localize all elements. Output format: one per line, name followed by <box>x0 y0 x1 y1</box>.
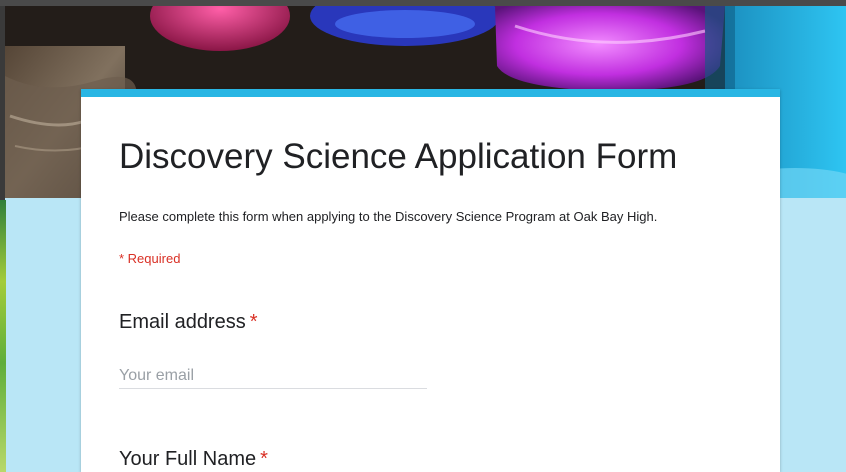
email-input[interactable] <box>119 364 427 389</box>
required-asterisk: * <box>260 448 268 470</box>
email-question-text: Email address <box>119 311 246 333</box>
left-edge-strip <box>0 200 6 472</box>
form-page: Discovery Science Application Form Pleas… <box>0 0 846 472</box>
email-question-label: Email address * <box>119 311 258 334</box>
form-card: Discovery Science Application Form Pleas… <box>81 89 780 472</box>
full-name-question-text: Your Full Name <box>119 448 257 470</box>
required-note: * Required <box>119 251 181 266</box>
required-asterisk: * <box>249 311 258 333</box>
form-title: Discovery Science Application Form <box>119 137 678 176</box>
full-name-question-label: Your Full Name * <box>119 448 268 471</box>
form-description: Please complete this form when applying … <box>119 209 658 224</box>
card-accent-bar <box>81 89 780 97</box>
